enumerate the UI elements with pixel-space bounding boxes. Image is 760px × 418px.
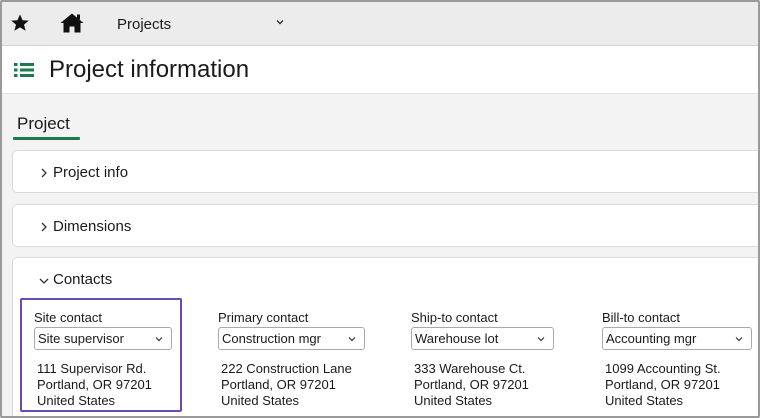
active-tab-indicator (13, 137, 80, 140)
tab-project[interactable]: Project (14, 114, 73, 136)
primary-contact-address: 222 Construction Lane Portland, OR 97201… (221, 361, 352, 409)
bill-to-contact-select[interactable]: Accounting mgr (602, 327, 752, 350)
chevron-down-icon (735, 337, 743, 342)
address-line: United States (221, 393, 300, 408)
address-line: Portland, OR 97201 (605, 377, 720, 392)
primary-contact-select[interactable]: Construction mgr (218, 327, 365, 350)
chevron-right-icon (41, 222, 47, 232)
bill-to-contact-address: 1099 Accounting St. Portland, OR 97201 U… (605, 361, 721, 409)
chevron-down-icon (537, 337, 545, 342)
select-value: Warehouse lot (415, 331, 499, 346)
home-icon[interactable] (60, 13, 84, 33)
address-line: 222 Construction Lane (221, 361, 352, 376)
top-nav-bar: Projects (2, 2, 758, 46)
address-line: 1099 Accounting St. (605, 361, 721, 376)
chevron-down-icon[interactable] (274, 16, 286, 28)
site-contact-highlight-box (20, 298, 182, 412)
address-line: 333 Warehouse Ct. (414, 361, 526, 376)
select-value: Accounting mgr (606, 331, 697, 346)
ship-to-contact-select[interactable]: Warehouse lot (411, 327, 554, 350)
field-label: Ship-to contact (411, 310, 498, 325)
address-line: Portland, OR 97201 (221, 377, 336, 392)
field-label: Primary contact (218, 310, 309, 325)
ship-to-contact-address: 333 Warehouse Ct. Portland, OR 97201 Uni… (414, 361, 529, 409)
select-value: Construction mgr (222, 331, 321, 346)
chevron-right-icon (41, 168, 47, 178)
section-project-info[interactable]: Project info (12, 150, 758, 193)
section-dimensions[interactable]: Dimensions (12, 204, 758, 247)
address-line: Portland, OR 97201 (414, 377, 529, 392)
field-label: Bill-to contact (602, 310, 681, 325)
nav-title[interactable]: Projects (117, 16, 171, 33)
star-icon[interactable] (10, 13, 30, 33)
app-window: Projects Project information Project Pro… (0, 0, 760, 418)
chevron-down-icon[interactable] (38, 275, 50, 287)
section-label[interactable]: Contacts (53, 271, 112, 288)
page-header: Project information (2, 46, 758, 94)
address-line: United States (414, 393, 493, 408)
section-label: Project info (53, 164, 129, 181)
chevron-down-icon (348, 337, 356, 342)
page-title: Project information (49, 56, 250, 83)
section-label: Dimensions (53, 218, 132, 235)
address-line: United States (605, 393, 684, 408)
list-icon[interactable] (14, 61, 34, 79)
